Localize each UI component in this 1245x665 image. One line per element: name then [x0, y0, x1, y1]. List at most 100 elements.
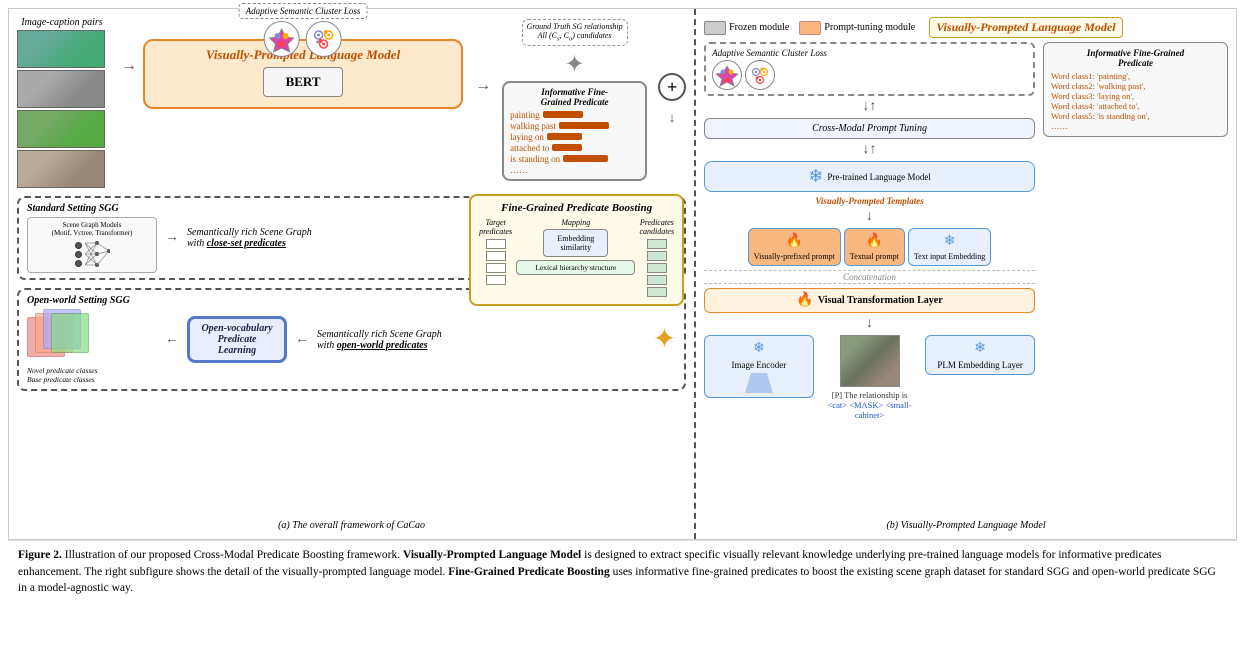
plus-area: + ↓	[658, 17, 686, 127]
visual-prefix-label: Visually-prefixed prompt	[754, 252, 835, 261]
stacked-rects	[27, 309, 97, 364]
fig-b-right-col: Informative Fine-GrainedPredicate Word c…	[1043, 42, 1228, 420]
pred-label: laying on	[510, 132, 544, 142]
fgpb-title: Fine-Grained Predicate Boosting	[479, 202, 674, 214]
snowflake-icon-embed: ❄	[944, 233, 956, 250]
cluster-icons	[239, 21, 368, 57]
arrow-down-4: ↓	[866, 317, 873, 331]
figure-a: Image-caption pairs →	[9, 9, 696, 539]
legend-frozen-box	[704, 21, 726, 35]
nn-node	[75, 242, 82, 249]
small-rect	[486, 239, 506, 249]
word-class-5: Word class5: 'is standing on',	[1051, 111, 1220, 121]
small-rect	[486, 275, 506, 285]
b-image-encoder: ❄ Image Encoder	[704, 335, 814, 398]
fig-a-caption: (a) The overall framework of CaCao	[9, 517, 694, 533]
small-rect-r	[647, 251, 667, 261]
ow-rich-sg-label: Semantically rich Scene Graphwith open-w…	[317, 329, 645, 351]
pred-item-standing: is standing on	[510, 154, 639, 164]
b-template-visual: 🔥 Visually-prefixed prompt	[748, 228, 841, 266]
b-adaptive-title: Adaptive Semantic Cluster Loss	[712, 48, 827, 58]
caption-text1: Illustration of our proposed Cross-Modal…	[65, 549, 403, 561]
plm-snowflake: ❄	[808, 166, 823, 187]
vtl-fire-icon: 🔥	[796, 292, 813, 309]
pred-item-painting: painting	[510, 110, 639, 120]
ow-starburst: ✦	[653, 326, 676, 354]
figure-b: Frozen module Prompt-tuning module Visua…	[696, 9, 1236, 539]
cat-token: <cat>	[828, 400, 848, 410]
cluster-svg-1	[714, 62, 740, 88]
b-informative-box: Informative Fine-GrainedPredicate Word c…	[1043, 42, 1228, 137]
mask-text: [P] The relationship is	[832, 390, 908, 400]
plm-embed-label: PLM Embedding Layer	[937, 360, 1022, 370]
target-pred-col: Targetpredicates	[479, 218, 512, 286]
room-image-area: [P] The relationship is <cat> <MASK> <sm…	[822, 335, 918, 420]
text-input-label: Text input Embedding	[914, 252, 985, 261]
photo-1	[17, 30, 105, 68]
pred-item-ellipsis: ……	[510, 165, 639, 175]
figure-num: Figure 2.	[18, 549, 62, 561]
fig-b-left-col: Adaptive Semantic Cluster Loss	[704, 42, 1035, 420]
image-caption-label: Image-caption pairs	[17, 17, 107, 28]
b-cross-modal-box: Cross-Modal Prompt Tuning	[704, 118, 1035, 139]
word-class-4: Word class4: 'attached to',	[1051, 101, 1220, 111]
adaptive-loss-label: Adaptive Semantic Cluster Loss	[239, 3, 368, 19]
pred-bar	[547, 133, 582, 140]
arrow-down-2: ↓↑	[863, 143, 877, 157]
arrow-down-3: ↓	[866, 210, 873, 224]
pred-item-laying: laying on	[510, 132, 639, 142]
fig-b-main: Adaptive Semantic Cluster Loss	[704, 42, 1228, 420]
legend-prompt-box	[799, 21, 821, 35]
open-world-label: Open-world Setting SGG	[27, 295, 157, 306]
bert-box: BERT	[263, 67, 343, 97]
cluster-circle-1	[264, 21, 300, 57]
right-panel-a: Ground Truth SG relationshipAll (Cs, Co)…	[497, 19, 652, 181]
encoder-label: Image Encoder	[732, 360, 787, 370]
small-rect-r	[647, 275, 667, 285]
scene-graph-models-box: Scene Graph Models(Motif, Vctree, Transf…	[27, 217, 157, 273]
pred-label: ……	[510, 165, 528, 175]
pred-item-walking: walking past	[510, 121, 639, 131]
word-class-2: Word class2: 'walking past',	[1051, 81, 1220, 91]
sgg-left: Standard Setting SGG Scene Graph Models(…	[27, 203, 157, 273]
arrow-to-vplm: →	[121, 17, 137, 75]
fig-b-vplm-title: Visually-Prompted Language Model	[929, 17, 1122, 38]
mapping-label: Mapping	[561, 218, 590, 227]
b-template-row: 🔥 Visually-prefixed prompt 🔥 Textual pro…	[704, 228, 1035, 266]
down-arrow: ↓	[669, 111, 676, 127]
cluster-svg-2	[747, 62, 773, 88]
caption-bold1: Visually-Prompted Language Model	[403, 549, 581, 561]
legend-prompt: Prompt-tuning module	[799, 21, 915, 35]
photo-3	[17, 110, 105, 148]
photo-stack	[17, 30, 107, 188]
b-concat-label: Concatenation	[704, 270, 1035, 284]
plus-circle: +	[658, 73, 686, 101]
vtl-label: Visual Transformation Layer	[818, 295, 943, 306]
ow-left: Open-world Setting SGG Novel predicate c…	[27, 295, 157, 384]
pred-bar	[552, 144, 582, 151]
photo-4	[17, 150, 105, 188]
plm-label: Pre-trained Language Model	[827, 172, 930, 182]
predicate-list: painting walking past laying on	[510, 110, 639, 175]
b-template-text-embed: ❄ Text input Embedding	[908, 228, 991, 266]
ow-arrow: ←	[165, 332, 179, 348]
fgpb-inner: Targetpredicates Mapping Embeddingsimila…	[479, 218, 674, 298]
b-inf-title: Informative Fine-GrainedPredicate	[1051, 48, 1220, 68]
b-vtl-box: 🔥 Visual Transformation Layer	[704, 288, 1035, 313]
nn-node	[75, 260, 82, 267]
mask-text-area: [P] The relationship is <cat> <MASK> <sm…	[822, 390, 918, 420]
nn-diagram	[31, 239, 153, 269]
rect-4	[51, 313, 89, 353]
nn-connections	[85, 239, 110, 269]
informative-title: Informative Fine-Grained Predicate	[510, 87, 639, 107]
word-class-ellipsis: ……	[1051, 121, 1220, 131]
b-adaptive-left: Adaptive Semantic Cluster Loss	[712, 48, 827, 90]
pred-label: is standing on	[510, 154, 560, 164]
encoder-trap	[739, 373, 779, 393]
small-rect-r	[647, 287, 667, 297]
pred-cand-label: Predicatescandidates	[639, 218, 674, 236]
figures-row: Image-caption pairs →	[8, 8, 1237, 540]
mapping-col: Mapping Embeddingsimilarity Lexical hier…	[516, 218, 635, 275]
b-cluster-circle-1	[712, 60, 742, 90]
b-cluster-icons	[712, 60, 827, 90]
